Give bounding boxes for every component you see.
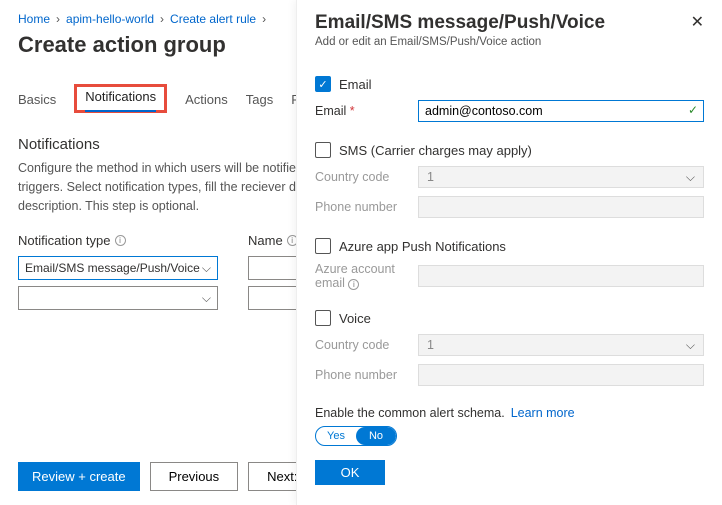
sms-phone-label: Phone number bbox=[315, 200, 410, 214]
push-field-label: Azure account email i bbox=[315, 262, 410, 290]
review-create-button[interactable]: Review + create bbox=[18, 462, 140, 491]
tab-notifications[interactable]: Notifications bbox=[85, 85, 156, 112]
email-input[interactable] bbox=[418, 100, 704, 122]
blade-panel: Email/SMS message/Push/Voice Add or edit… bbox=[296, 0, 722, 505]
voice-cc-label: Country code bbox=[315, 338, 410, 352]
check-icon: ✓ bbox=[688, 103, 698, 117]
tab-actions[interactable]: Actions bbox=[185, 88, 228, 113]
breadcrumb-item[interactable]: apim-hello-world bbox=[66, 12, 154, 26]
push-section-label: Azure app Push Notifications bbox=[339, 239, 506, 254]
toggle-yes[interactable]: Yes bbox=[316, 427, 356, 445]
voice-checkbox[interactable] bbox=[315, 310, 331, 326]
toggle-no[interactable]: No bbox=[356, 427, 396, 445]
email-checkbox[interactable]: ✓ bbox=[315, 76, 331, 92]
column-header-type: Notification type i bbox=[18, 233, 218, 248]
sms-section-label: SMS (Carrier charges may apply) bbox=[339, 143, 532, 158]
schema-toggle[interactable]: Yes No bbox=[315, 426, 397, 446]
voice-phone-label: Phone number bbox=[315, 368, 410, 382]
tab-basics[interactable]: Basics bbox=[18, 88, 56, 113]
sms-cc-label: Country code bbox=[315, 170, 410, 184]
voice-phone-input[interactable] bbox=[418, 364, 704, 386]
schema-text: Enable the common alert schema. bbox=[315, 406, 505, 420]
learn-more-link[interactable]: Learn more bbox=[511, 406, 575, 420]
voice-country-code-select[interactable]: 1 bbox=[418, 334, 704, 356]
push-checkbox[interactable] bbox=[315, 238, 331, 254]
info-icon[interactable]: i bbox=[348, 279, 359, 290]
breadcrumb-item[interactable]: Create alert rule bbox=[170, 12, 256, 26]
previous-button[interactable]: Previous bbox=[150, 462, 239, 491]
sms-phone-input[interactable] bbox=[418, 196, 704, 218]
close-icon[interactable]: ✕ bbox=[691, 12, 704, 32]
notification-type-select[interactable] bbox=[18, 286, 218, 310]
push-email-input[interactable] bbox=[418, 265, 704, 287]
highlight-ring: Notifications bbox=[74, 84, 167, 113]
tab-tags[interactable]: Tags bbox=[246, 88, 273, 113]
info-icon[interactable]: i bbox=[115, 235, 126, 246]
sms-checkbox[interactable] bbox=[315, 142, 331, 158]
email-section-label: Email bbox=[339, 77, 372, 92]
voice-section-label: Voice bbox=[339, 311, 371, 326]
ok-button[interactable]: OK bbox=[315, 460, 385, 485]
breadcrumb-home[interactable]: Home bbox=[18, 12, 50, 26]
email-field-label: Email * bbox=[315, 104, 410, 118]
blade-title: Email/SMS message/Push/Voice bbox=[315, 12, 605, 34]
sms-country-code-select[interactable]: 1 bbox=[418, 166, 704, 188]
blade-subtitle: Add or edit an Email/SMS/Push/Voice acti… bbox=[315, 36, 605, 48]
notification-type-select[interactable]: Email/SMS message/Push/Voice bbox=[18, 256, 218, 280]
